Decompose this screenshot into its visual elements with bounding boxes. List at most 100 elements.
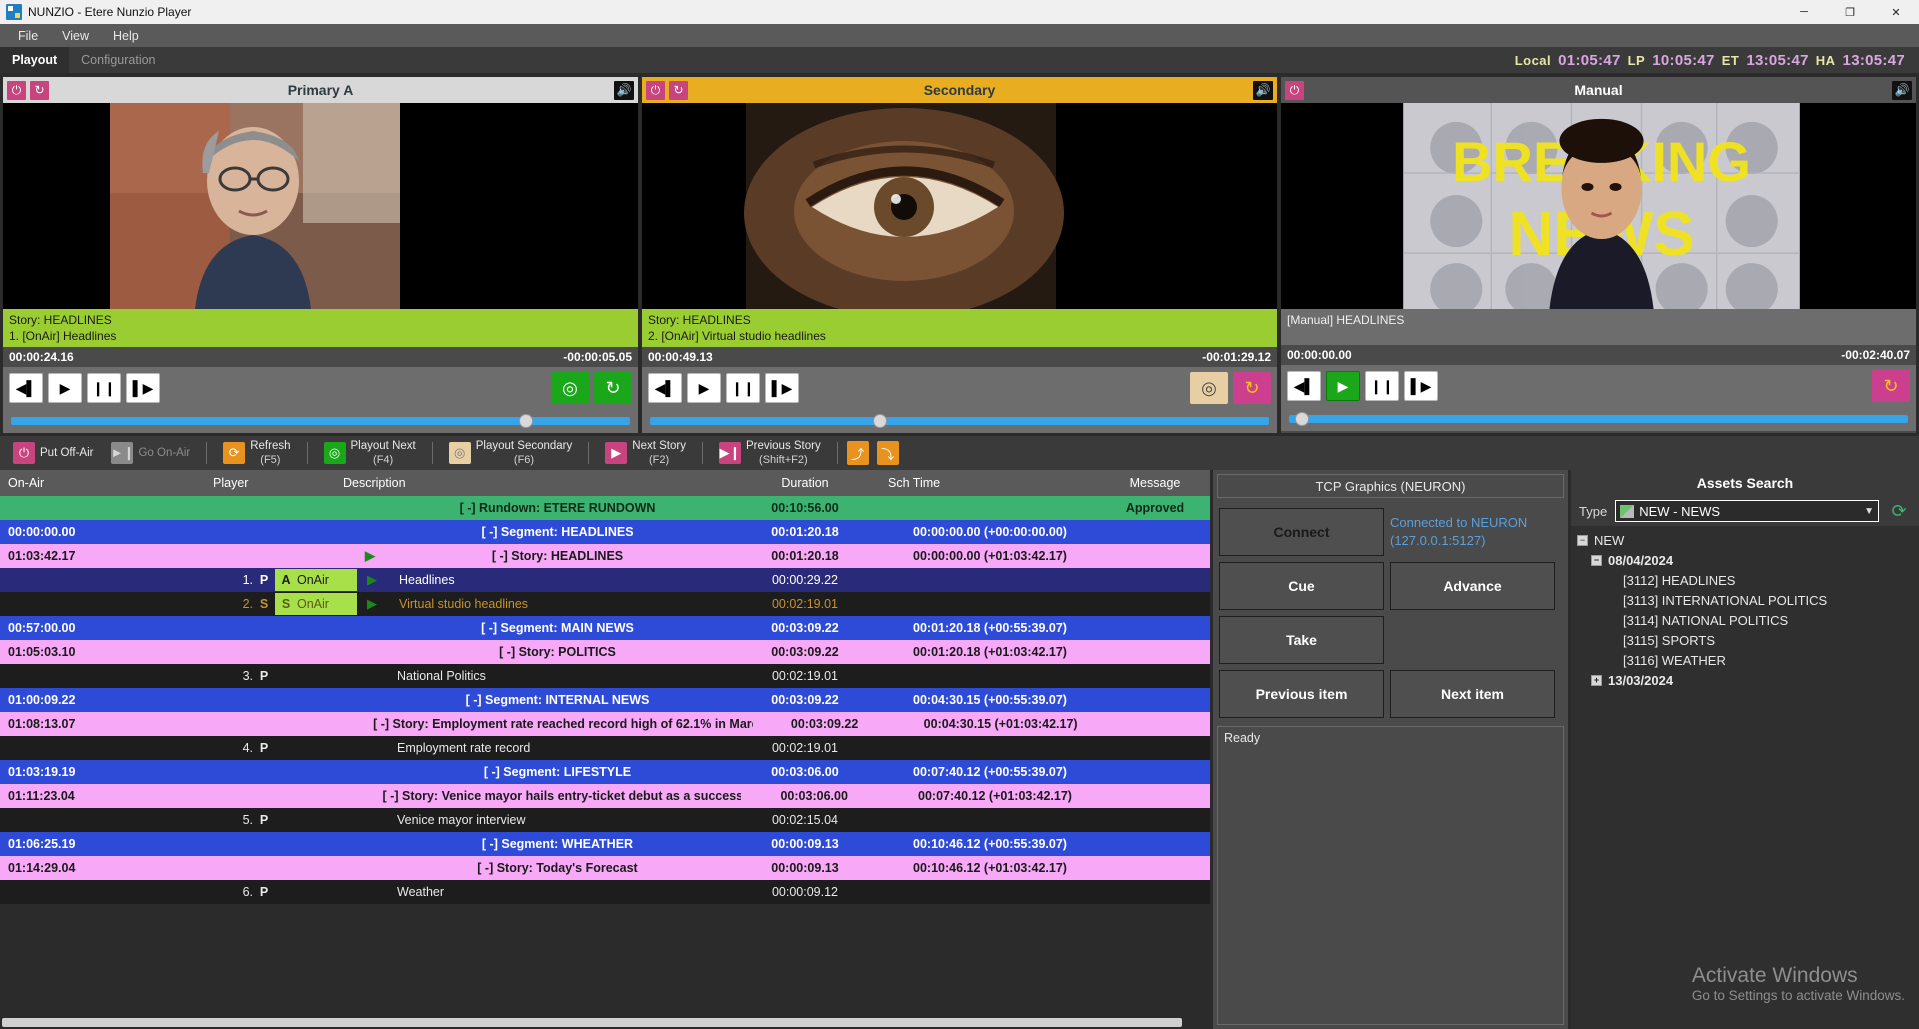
progress-bar-manual[interactable]	[1281, 407, 1916, 431]
tab-playout[interactable]: Playout	[0, 47, 69, 73]
live-icon[interactable]: ◎	[1190, 372, 1228, 404]
step-back-icon[interactable]: ◀▌	[648, 373, 682, 403]
play-icon[interactable]: ▶	[1326, 371, 1360, 401]
column-header-on-air[interactable]: On-Air	[0, 476, 205, 490]
progress-track-secondary[interactable]	[650, 417, 1269, 425]
table-row[interactable]: 2. S S OnAir ▶ Virtual studio headlines …	[0, 592, 1210, 616]
table-row[interactable]: 6. P Weather 00:00:09.12	[0, 880, 1210, 904]
play-icon[interactable]: ▶	[48, 373, 82, 403]
horizontal-scrollbar[interactable]	[0, 1015, 1210, 1029]
step-forward-icon[interactable]: ▌▶	[126, 373, 160, 403]
power-icon[interactable]: ⏻	[646, 81, 665, 100]
progress-bar-secondary[interactable]	[642, 409, 1277, 433]
table-row[interactable]: 01:14:29.04 [ -] Story: Today's Forecast…	[0, 856, 1210, 880]
move-up-icon[interactable]: ⤴	[847, 441, 869, 465]
connect-button[interactable]: Connect	[1219, 508, 1384, 556]
minimize-icon[interactable]: ─	[1781, 0, 1827, 24]
table-row[interactable]: 00:00:00.00 [ -] Segment: HEADLINES 00:0…	[0, 520, 1210, 544]
tree-node-new[interactable]: − NEW	[1577, 530, 1913, 550]
table-row[interactable]: 00:57:00.00 [ -] Segment: MAIN NEWS 00:0…	[0, 616, 1210, 640]
column-header-message[interactable]: Message	[1100, 476, 1210, 490]
list-item[interactable]: [3112] HEADLINES	[1577, 570, 1913, 590]
play-icon[interactable]: ▶	[687, 373, 721, 403]
speaker-icon[interactable]: 🔊	[1253, 81, 1273, 100]
move-down-icon[interactable]: ⤵	[877, 441, 899, 465]
progress-knob-primary-a[interactable]	[519, 414, 533, 428]
take-button[interactable]: Take	[1219, 616, 1384, 664]
video-preview-primary-a[interactable]	[3, 103, 638, 309]
power-icon[interactable]: ⏻	[1285, 81, 1304, 100]
tree-node-label: 13/03/2024	[1608, 673, 1673, 688]
live-icon[interactable]: ◎	[551, 372, 589, 404]
menu-item-file[interactable]: File	[6, 26, 50, 46]
table-row[interactable]: 01:03:19.19 [ -] Segment: LIFESTYLE 00:0…	[0, 760, 1210, 784]
step-forward-icon[interactable]: ▌▶	[1404, 371, 1438, 401]
video-preview-manual[interactable]: BREAKING NEWS	[1281, 103, 1916, 309]
tab-configuration[interactable]: Configuration	[69, 47, 167, 73]
loop-icon[interactable]: ↻	[30, 81, 49, 100]
column-header-player[interactable]: Player	[205, 476, 335, 490]
loop-icon[interactable]: ↻	[1233, 372, 1271, 404]
tree-node-date-08-04-2024[interactable]: − 08/04/2024	[1577, 550, 1913, 570]
loop-icon[interactable]: ↻	[669, 81, 688, 100]
column-header-description[interactable]: Description	[335, 476, 730, 490]
progress-knob-secondary[interactable]	[873, 414, 887, 428]
previous-item-button[interactable]: Previous item	[1219, 670, 1384, 718]
progress-track-manual[interactable]	[1289, 415, 1908, 423]
table-row[interactable]: 01:11:23.04 [ -] Story: Venice mayor hai…	[0, 784, 1210, 808]
table-row[interactable]: 1. P A OnAir ▶ Headlines 00:00:29.22	[0, 568, 1210, 592]
list-item[interactable]: [3115] SPORTS	[1577, 630, 1913, 650]
speaker-icon[interactable]: 🔊	[614, 81, 634, 100]
next-item-button[interactable]: Next item	[1390, 670, 1555, 718]
power-icon[interactable]: ⏻	[7, 81, 26, 100]
list-item[interactable]: [3114] NATIONAL POLITICS	[1577, 610, 1913, 630]
scrollbar-thumb[interactable]	[2, 1018, 1182, 1027]
expander-icon[interactable]: +	[1591, 675, 1602, 686]
video-preview-secondary[interactable]	[642, 103, 1277, 309]
table-row[interactable]: 01:00:09.22 [ -] Segment: INTERNAL NEWS …	[0, 688, 1210, 712]
pause-icon[interactable]: ❙❙	[1365, 371, 1399, 401]
close-icon[interactable]: ✕	[1873, 0, 1919, 24]
previous-story-button[interactable]: ▶❙ Previous Story (Shift+F2)	[712, 437, 828, 469]
progress-track-primary-a[interactable]	[11, 417, 630, 425]
playout-secondary-button[interactable]: ◎ Playout Secondary (F6)	[442, 437, 580, 469]
step-back-icon[interactable]: ◀▌	[9, 373, 43, 403]
next-story-button[interactable]: ▶ Next Story (F2)	[598, 437, 693, 469]
go-on-air-button[interactable]: ►❙ Go On-Air	[104, 437, 197, 469]
loop-icon[interactable]: ↻	[594, 372, 632, 404]
refresh-button[interactable]: ⟳ Refresh (F5)	[216, 437, 297, 469]
menu-item-view[interactable]: View	[50, 26, 101, 46]
tree-node-date-13-03-2024[interactable]: + 13/03/2024	[1577, 670, 1913, 690]
progress-bar-primary-a[interactable]	[3, 409, 638, 433]
list-item[interactable]: [3113] INTERNATIONAL POLITICS	[1577, 590, 1913, 610]
loop-icon[interactable]: ↻	[1872, 370, 1910, 402]
column-header-duration[interactable]: Duration	[730, 476, 880, 490]
table-row[interactable]: 01:08:13.07 [ -] Story: Employment rate …	[0, 712, 1210, 736]
table-row[interactable]: 5. P Venice mayor interview 00:02:15.04	[0, 808, 1210, 832]
refresh-icon[interactable]: ⟳	[1887, 499, 1911, 523]
playout-next-button[interactable]: ◎ Playout Next (F4)	[317, 437, 423, 469]
table-row[interactable]: [ -] Rundown: ETERE RUNDOWN 00:10:56.00 …	[0, 496, 1210, 520]
step-back-icon[interactable]: ◀▌	[1287, 371, 1321, 401]
put-off-air-button[interactable]: ⏻ Put Off-Air	[6, 437, 100, 469]
pause-icon[interactable]: ❙❙	[726, 373, 760, 403]
column-header-sch-time[interactable]: Sch Time	[880, 476, 1100, 490]
table-row[interactable]: 01:06:25.19 [ -] Segment: WHEATHER 00:00…	[0, 832, 1210, 856]
table-row[interactable]: 01:05:03.10 [ -] Story: POLITICS 00:03:0…	[0, 640, 1210, 664]
table-row[interactable]: 4. P Employment rate record 00:02:19.01	[0, 736, 1210, 760]
step-forward-icon[interactable]: ▌▶	[765, 373, 799, 403]
cue-button[interactable]: Cue	[1219, 562, 1384, 610]
speaker-icon[interactable]: 🔊	[1892, 81, 1912, 100]
maximize-icon[interactable]: ❐	[1827, 0, 1873, 24]
advance-button[interactable]: Advance	[1390, 562, 1555, 610]
table-row[interactable]: 3. P National Politics 00:02:19.01	[0, 664, 1210, 688]
pause-icon[interactable]: ❙❙	[87, 373, 121, 403]
menu-item-help[interactable]: Help	[101, 26, 151, 46]
expander-icon[interactable]: −	[1577, 535, 1588, 546]
list-item[interactable]: [3116] WEATHER	[1577, 650, 1913, 670]
table-row[interactable]: 01:03:42.17 ▶ [ -] Story: HEADLINES 00:0…	[0, 544, 1210, 568]
progress-knob-manual[interactable]	[1295, 412, 1309, 426]
type-select[interactable]: NEW - NEWS ▼	[1615, 500, 1879, 522]
expander-icon[interactable]: −	[1591, 555, 1602, 566]
chevron-down-icon[interactable]: ▼	[1864, 506, 1874, 517]
